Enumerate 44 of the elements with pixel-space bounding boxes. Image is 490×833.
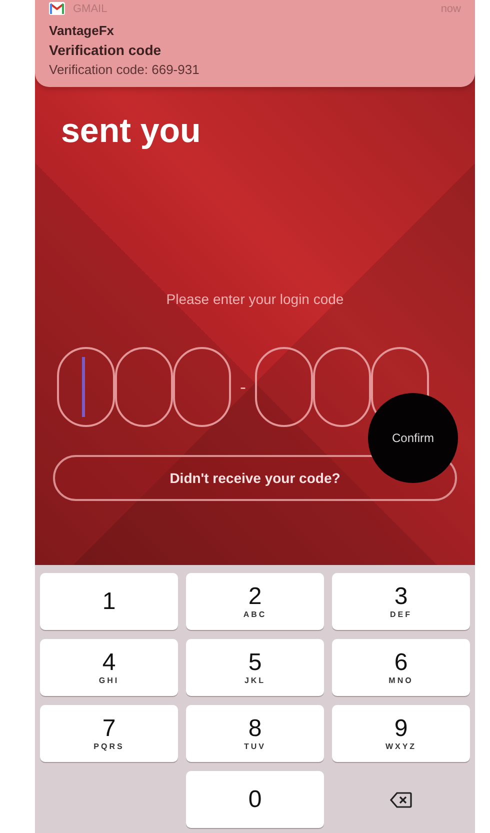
key-digit: 6	[394, 650, 408, 676]
keypad-key[interactable]: 9 WXYZ	[332, 705, 470, 762]
key-letters: DEF	[390, 610, 412, 619]
key-letters: WXYZ	[385, 742, 417, 751]
keypad-key[interactable]: 5 JKL	[186, 639, 324, 696]
keypad-key[interactable]: 6 MNO	[332, 639, 470, 696]
prompt-text: Please enter your login code	[165, 291, 345, 307]
backspace-icon	[390, 792, 412, 808]
notification-subject: Verification code	[49, 42, 162, 58]
keypad-key[interactable]: 7 PQRS	[40, 705, 178, 762]
text-cursor	[82, 357, 84, 417]
key-digit: 4	[102, 650, 116, 676]
code-input-field[interactable]	[115, 347, 173, 427]
key-letters: GHI	[98, 676, 120, 685]
notification-body: Verification code: 669-931	[49, 62, 200, 77]
page-heading: sent you	[60, 112, 202, 151]
key-digit: 2	[248, 584, 262, 610]
mail-icon	[49, 2, 65, 15]
code-input-field[interactable]	[255, 347, 313, 427]
keypad-key[interactable]: 1	[40, 573, 178, 630]
key-digit: 8	[248, 716, 262, 742]
key-letters: MNO	[388, 676, 414, 685]
code-input-field[interactable]	[313, 347, 371, 427]
resend-code-button[interactable]: Didn't receive your code?	[53, 455, 457, 501]
keypad-key[interactable]: 4 GHI	[40, 639, 178, 696]
keypad-key[interactable]: 0	[186, 771, 324, 828]
key-letters: TUV	[244, 742, 266, 751]
key-digit: 9	[394, 716, 408, 742]
code-input-field[interactable]	[57, 347, 115, 427]
code-input-field[interactable]	[173, 347, 231, 427]
keypad-key[interactable]: 8 TUV	[186, 705, 324, 762]
keypad-key[interactable]: 2 ABC	[186, 573, 324, 630]
code-separator: -	[239, 376, 247, 398]
sender-name: VantageFx	[49, 23, 116, 38]
key-digit: 5	[248, 650, 262, 676]
key-digit: 0	[248, 786, 262, 812]
key-letters: ABC	[243, 610, 267, 619]
key-letters: PQRS	[94, 742, 124, 751]
key-digit: 1	[102, 588, 116, 614]
key-letters: JKL	[244, 676, 266, 685]
key-digit: 7	[102, 716, 116, 742]
key-digit: 3	[394, 584, 408, 610]
confirm-overlay[interactable]: Confirm	[368, 393, 458, 483]
keypad-key[interactable]: 3 DEF	[332, 573, 470, 630]
